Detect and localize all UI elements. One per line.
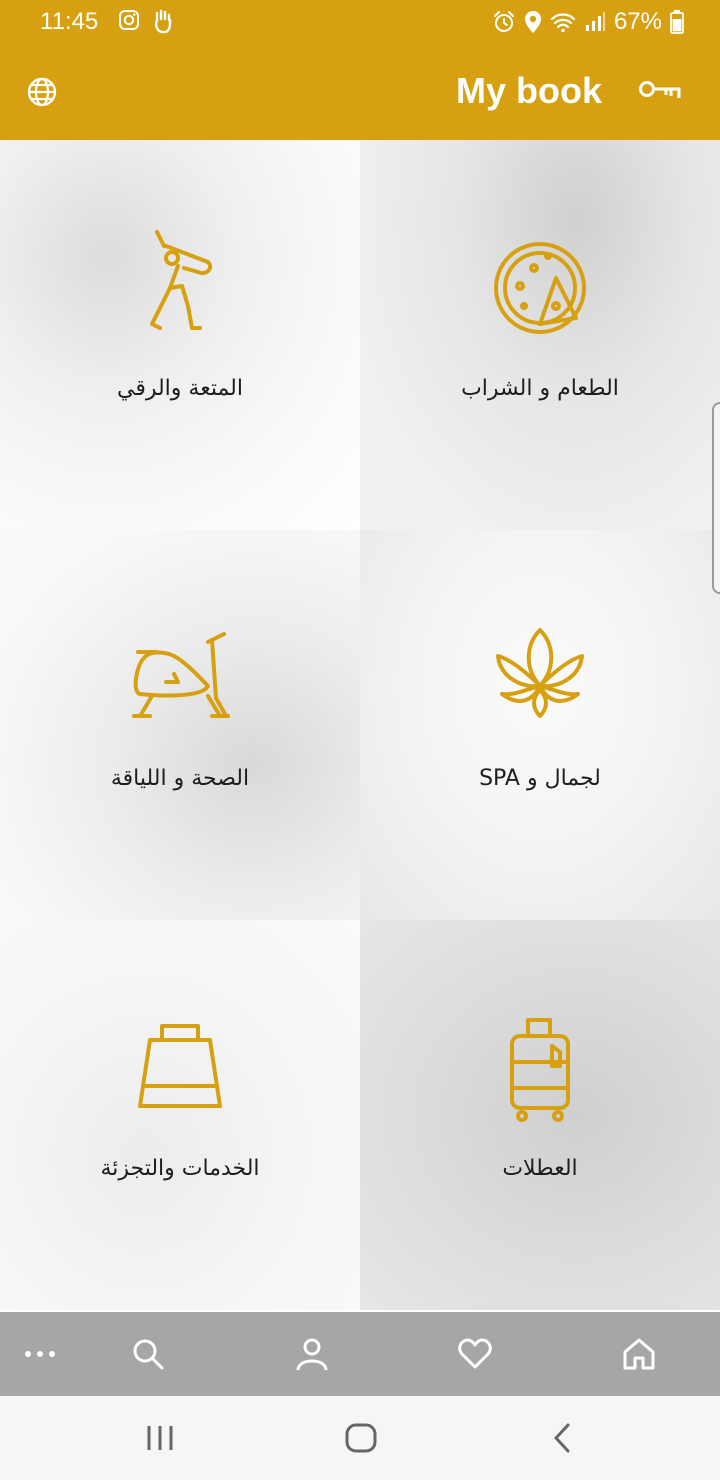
profile-icon[interactable] bbox=[294, 1336, 330, 1372]
app-bar: My book bbox=[0, 46, 720, 140]
tile-leisure[interactable]: المتعة والرقي bbox=[0, 140, 360, 530]
tile-services-retail[interactable]: الخدمات والتجزئة bbox=[0, 920, 360, 1310]
hand-icon bbox=[154, 9, 172, 34]
lotus-icon bbox=[496, 628, 584, 718]
page-title: My book bbox=[455, 70, 602, 111]
tile-label: المتعة والرقي bbox=[116, 376, 243, 401]
back-button[interactable] bbox=[550, 1422, 576, 1454]
status-bar: 11:45 67% bbox=[0, 0, 720, 46]
tile-label: الخدمات والتجزئة bbox=[100, 1156, 260, 1181]
home-button[interactable] bbox=[344, 1422, 378, 1454]
tile-label: لجمال و SPA bbox=[479, 766, 601, 791]
globe-icon[interactable] bbox=[26, 76, 58, 108]
scroll-handle[interactable] bbox=[712, 402, 720, 594]
favorites-icon[interactable] bbox=[457, 1336, 493, 1372]
exercise-bike-icon bbox=[132, 632, 230, 718]
tile-label: العطلات bbox=[502, 1156, 578, 1181]
tile-label: الطعام و الشراب bbox=[461, 376, 619, 401]
home-icon[interactable] bbox=[621, 1336, 657, 1372]
key-icon[interactable] bbox=[638, 76, 682, 106]
tile-food-drink[interactable]: الطعام و الشراب bbox=[360, 140, 720, 530]
tile-label: الصحة و اللياقة bbox=[110, 766, 250, 791]
tile-beauty-spa[interactable]: لجمال و SPA bbox=[360, 530, 720, 920]
shopping-bag-icon bbox=[138, 1024, 222, 1108]
system-nav bbox=[0, 1396, 720, 1480]
status-time: 11:45 bbox=[40, 8, 99, 35]
golfer-icon bbox=[150, 230, 213, 330]
alarm-icon bbox=[493, 11, 514, 32]
search-icon[interactable] bbox=[130, 1336, 166, 1372]
tile-holidays[interactable]: العطلات bbox=[360, 920, 720, 1310]
bottom-nav bbox=[0, 1312, 720, 1396]
signal-icon bbox=[585, 12, 605, 31]
recent-apps-button[interactable] bbox=[144, 1422, 176, 1454]
battery-icon bbox=[670, 10, 684, 34]
pizza-icon bbox=[494, 242, 586, 334]
battery-percentage: 67% bbox=[613, 8, 662, 35]
tile-health-fitness[interactable]: الصحة و اللياقة bbox=[0, 530, 360, 920]
category-grid: المتعة والرقي الطعام و الشراب الصحة و ال… bbox=[0, 140, 720, 1312]
luggage-icon bbox=[510, 1018, 570, 1122]
wifi-icon bbox=[550, 13, 576, 33]
instagram-icon bbox=[119, 10, 139, 30]
more-icon[interactable] bbox=[22, 1336, 58, 1372]
location-icon bbox=[524, 11, 541, 33]
